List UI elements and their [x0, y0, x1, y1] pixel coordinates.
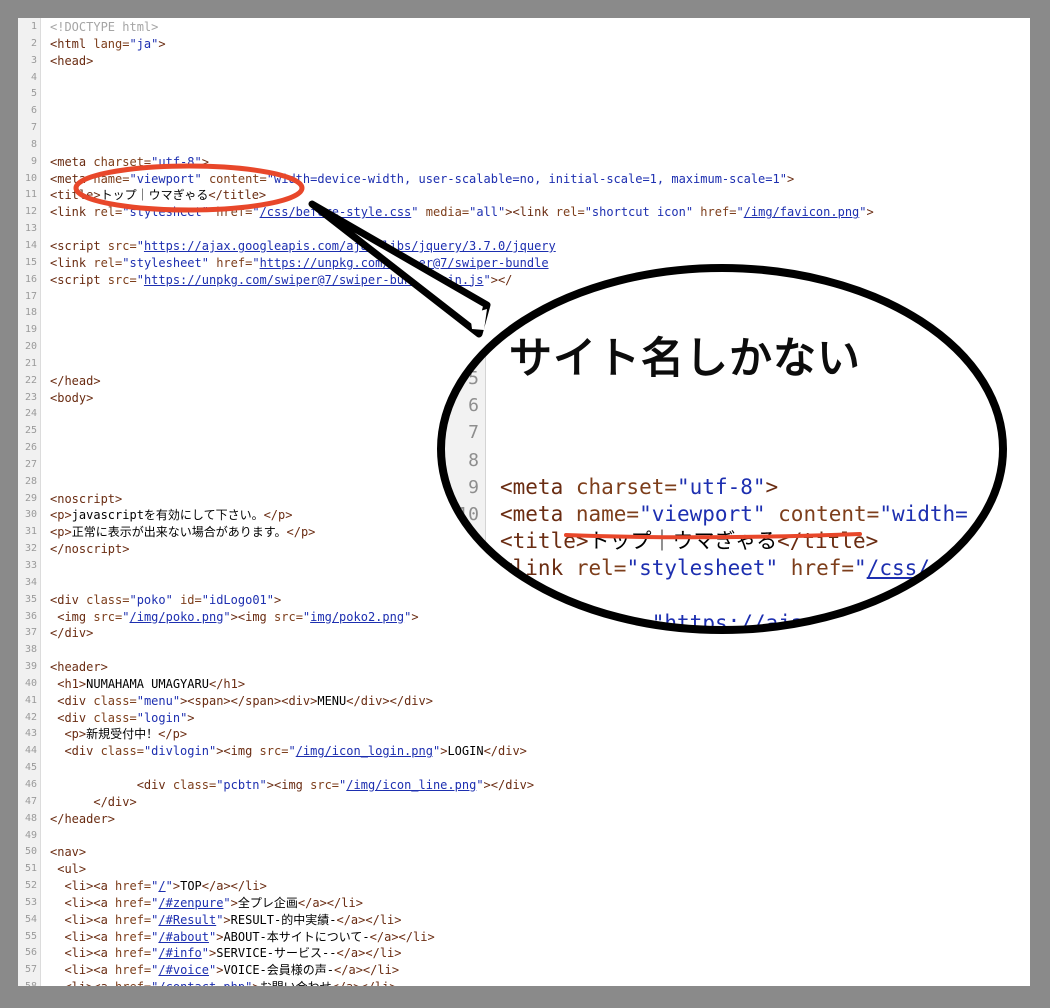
callout-bubble-outline [437, 264, 1007, 634]
title-highlight-underline [564, 532, 862, 540]
pointer-seam-cover [470, 309, 487, 330]
callout-outline-layer [73, 163, 1007, 634]
title-highlight-circle [73, 163, 305, 213]
